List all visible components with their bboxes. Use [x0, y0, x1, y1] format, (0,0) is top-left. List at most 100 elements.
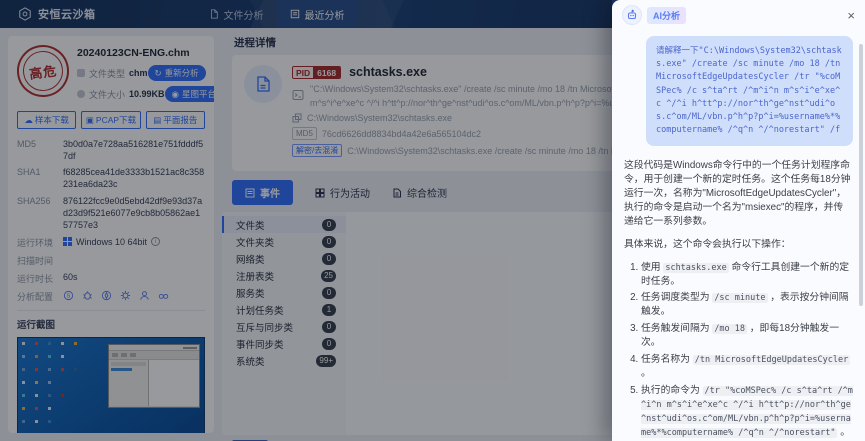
count-badge: 0 [322, 236, 336, 248]
flat-report-button[interactable]: ▤平面报告 [146, 111, 205, 129]
ai-step: 执行的命令为 /tr "%coMSPec% /c s^ta^rt /^m^i^n… [641, 384, 853, 440]
risk-stamp: 高危 · · · · · [14, 42, 73, 101]
category-registry[interactable]: 注册表类25 [222, 267, 346, 284]
pcap-download-button[interactable]: ▣PCAP下载 [81, 111, 140, 129]
app-window: 安恒云沙箱 文件分析 最近分析 高危 · · · · · 20240123CN-… [0, 0, 865, 441]
ai-response-lead: 具体来说，这个命令会执行以下操作： [624, 238, 853, 252]
env-value: Windows 10 64bit [76, 236, 147, 248]
sample-info-card: 高危 · · · · · 20240123CN-ENG.chm 文件类型 chm… [8, 36, 214, 433]
env-row: 运行环境 Windows 10 64bit i [17, 235, 205, 249]
report-icon: ▤ [153, 115, 161, 126]
robot-avatar-icon [622, 5, 642, 25]
terminal-icon [292, 88, 304, 106]
inline-code: /mo 18 [712, 324, 747, 334]
file-type-icon [77, 69, 85, 77]
process-section-title: 进程详情 [234, 35, 276, 50]
category-folder[interactable]: 文件夹类0 [222, 233, 346, 250]
hash-row-sha1: SHA1 f68285cea41de3333b1521ac8c358231ea6… [17, 166, 205, 190]
file-icon [209, 9, 219, 19]
reanalyze-button[interactable]: ↻重新分析 [148, 65, 206, 81]
ai-panel-title: AI分析 [647, 7, 686, 24]
deobfuscate-badge: 解密/去混淆 [292, 144, 342, 157]
count-badge: 0 [322, 253, 336, 265]
pid-value: 6168 [313, 67, 340, 78]
ai-panel-header: AI分析 × [612, 0, 865, 30]
tab-recent-analysis[interactable]: 最近分析 [277, 0, 358, 28]
category-file[interactable]: 文件类0 [222, 216, 346, 233]
sha256-value: 876122fcc9e0d5ebd42df9e93d37ad23d9f521e6… [63, 195, 205, 231]
run-screenshot-thumbnail[interactable] [17, 337, 205, 433]
tab-label: 最近分析 [305, 7, 345, 22]
md5-value: 3b0d0a7e728aa516281e751fdddf57df [63, 138, 205, 162]
tab-综合-detection[interactable]: 综合检测 [392, 185, 447, 200]
ai-panel-body[interactable]: 请解释一下"C:\Windows\System32\schtasks.exe" … [612, 30, 865, 441]
file-size-value: 10.99KB [129, 89, 165, 99]
file-type-label: 文件类型 [89, 67, 125, 80]
brand: 安恒云沙箱 [0, 0, 110, 28]
hash-row-md5: MD5 3b0d0a7e728aa516281e751fdddf57df [17, 138, 205, 162]
process-path: C:\Windows\System32\schtasks.exe [307, 113, 452, 123]
screenshot-label: 运行截图 [17, 317, 205, 331]
category-service[interactable]: 服务类0 [222, 284, 346, 301]
ai-response: 这段代码是Windows命令行中的一个任务计划程序命令，用于创建一个新的定时任务… [624, 159, 853, 441]
duration-row: 运行时长 60s [17, 271, 205, 285]
tab-label: 文件分析 [224, 7, 264, 22]
compass-icon [101, 290, 112, 301]
bug-icon [82, 290, 93, 301]
scan-time-value [63, 253, 205, 267]
sandbox-config-icon: S [63, 290, 74, 301]
tab-behavior[interactable]: 行为活动 [315, 185, 370, 200]
duration-value: 60s [63, 271, 205, 285]
close-icon[interactable]: × [847, 9, 855, 22]
sample-download-button[interactable]: ☁样本下载 [17, 111, 76, 129]
ai-step: 任务名称为 /tn MicrosoftEdgeUpdatesCycler 。 [641, 353, 853, 381]
inline-code: /sc minute [712, 293, 767, 303]
link-icon [292, 113, 302, 123]
category-list: 文件类0 文件夹类0 网络类0 注册表类25 服务类0 计划任务类1 互斥与同步… [222, 212, 346, 435]
ai-step: 任务调度类型为 /sc minute ，表示按分钟间隔触发。 [641, 291, 853, 319]
brand-name: 安恒云沙箱 [38, 6, 96, 22]
inline-code: /tn MicrosoftEdgeUpdatesCycler [693, 355, 851, 365]
scrollbar-thumb[interactable] [859, 44, 863, 306]
list-icon [290, 9, 300, 19]
file-size-label: 文件大小 [89, 88, 125, 101]
detection-icon [392, 188, 402, 198]
count-badge: 0 [322, 338, 336, 350]
category-system[interactable]: 系统类99+ [222, 352, 346, 369]
hash-row-sha256: SHA256 876122fcc9e0d5ebd42df9e93d37ad23d… [17, 195, 205, 231]
ai-analysis-drawer: AI分析 × 请解释一下"C:\Windows\System32\schtask… [612, 0, 865, 441]
category-scheduled-task[interactable]: 计划任务类1 [222, 301, 346, 318]
gear-icon [120, 290, 131, 301]
divider [17, 310, 205, 311]
user-message-bubble: 请解释一下"C:\Windows\System32\schtasks.exe" … [646, 36, 853, 146]
config-row: 分析配置 S [17, 289, 205, 303]
cloud-download-icon: ☁ [24, 115, 33, 126]
starmap-platform-button[interactable]: ◉星图平台 [165, 86, 214, 102]
tab-file-analysis[interactable]: 文件分析 [196, 0, 277, 28]
count-badge: 1 [322, 304, 336, 316]
sha1-value: f68285cea41de3333b1521ac8c358231ea6da23c [63, 166, 205, 190]
category-mutex-sync[interactable]: 互斥与同步类0 [222, 318, 346, 335]
category-event-sync[interactable]: 事件同步类0 [222, 335, 346, 352]
info-icon[interactable]: i [151, 237, 160, 246]
screenshot-window [108, 344, 200, 408]
detail-tabs: 事件 行为活动 综合检测 [232, 180, 447, 205]
count-badge: 0 [322, 219, 336, 231]
md5-badge: MD5 [292, 127, 317, 140]
windows-logo-icon [63, 237, 72, 246]
count-badge: 0 [322, 321, 336, 333]
category-network[interactable]: 网络类0 [222, 250, 346, 267]
tab-events[interactable]: 事件 [232, 180, 293, 205]
user-icon [139, 290, 150, 301]
ai-step: 任务触发间隔为 /mo 18 ，即每18分钟触发一次。 [641, 322, 853, 350]
binoculars-icon [158, 290, 169, 301]
count-badge: 0 [322, 287, 336, 299]
process-icon [244, 65, 282, 103]
ai-step: 使用 schtasks.exe 命令行工具创建一个新的定时任务。 [641, 261, 853, 289]
file-type-value: chm [129, 68, 148, 78]
desktop-icons [22, 342, 25, 345]
pcap-icon: ▣ [86, 115, 94, 126]
risk-label: 高危 [28, 60, 58, 83]
scan-time-row: 扫描时间 [17, 253, 205, 267]
events-icon [245, 188, 255, 198]
